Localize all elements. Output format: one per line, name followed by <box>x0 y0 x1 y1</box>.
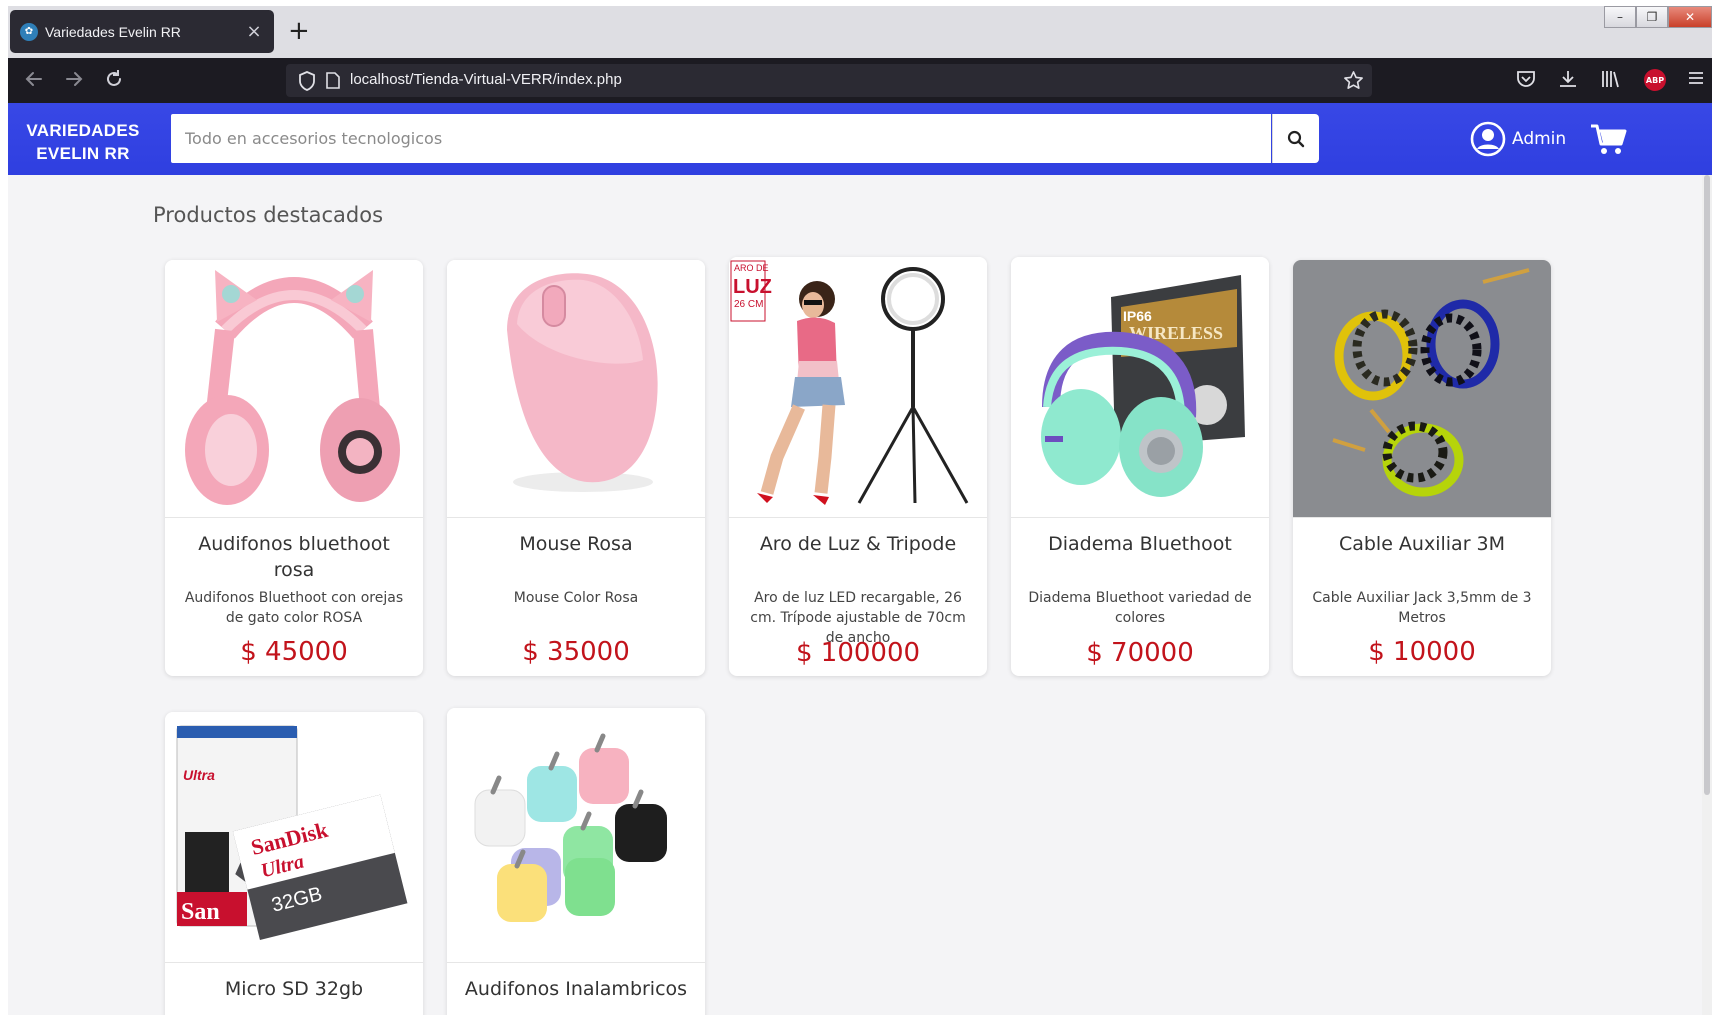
product-description: Mouse Color Rosa <box>513 590 639 606</box>
address-bar[interactable]: localhost/Tienda-Virtual-VERR/index.php <box>286 64 1372 97</box>
product-name: Audifonos Inalambricos <box>464 978 688 1000</box>
tab-close-icon[interactable]: × <box>244 21 264 42</box>
page-icon <box>326 72 340 93</box>
window-controls: – ❐ ✕ <box>1604 6 1712 30</box>
pocket-icon[interactable] <box>1514 68 1538 92</box>
product-name: Mouse Rosa <box>519 533 633 555</box>
product-image: ARO DE LUZ 26 CM <box>729 257 987 518</box>
library-icon[interactable] <box>1598 68 1622 92</box>
ring-light-badge-text-3: 26 CM <box>734 299 763 310</box>
admin-label: Admin <box>1512 129 1567 149</box>
reload-icon[interactable] <box>102 68 126 92</box>
adblock-plus-icon[interactable]: ABP <box>1644 69 1666 91</box>
shield-icon[interactable] <box>298 71 316 95</box>
search-icon <box>1287 130 1305 147</box>
page-title: Productos destacados <box>153 203 384 227</box>
product-image <box>165 260 423 518</box>
shopping-cart-button[interactable] <box>1590 123 1628 161</box>
search-input[interactable] <box>171 114 1271 163</box>
box-label-ip66: IP66 <box>1123 308 1152 324</box>
product-card[interactable]: Audifonos Inalambricos <box>447 708 705 1015</box>
sd-pack-brand: Ultra <box>183 767 215 783</box>
url-text[interactable]: localhost/Tienda-Virtual-VERR/index.php <box>350 71 622 88</box>
new-tab-button[interactable]: + <box>288 18 310 44</box>
product-card[interactable]: Mouse Rosa Mouse Color Rosa $ 35000 <box>447 260 705 676</box>
product-price: $ 70000 <box>1086 638 1194 668</box>
product-image <box>447 260 705 518</box>
product-card[interactable]: Audifonos bluethoot rosa Audifonos Bluet… <box>165 260 423 676</box>
product-name: Diadema Bluethoot <box>1048 533 1232 555</box>
product-image: IP66 WIRELESS <box>1011 257 1269 518</box>
product-name: Aro de Luz & Tripode <box>759 533 957 555</box>
browser-window: ✿ Variedades Evelin RR × + – ❐ ✕ localho… <box>8 6 1712 1015</box>
tab-title: Variedades Evelin RR <box>45 23 181 40</box>
shopping-cart-icon <box>1591 124 1627 154</box>
download-icon[interactable] <box>1556 68 1580 92</box>
hamburger-menu-icon[interactable] <box>1684 68 1708 92</box>
browser-tab[interactable]: ✿ Variedades Evelin RR × <box>10 10 274 53</box>
product-card[interactable]: Ultra San SanDisk Ultra 32GB Micro SD 32… <box>165 712 423 1015</box>
site-logo[interactable]: VARIEDADES EVELIN RR <box>18 119 148 165</box>
product-name: Cable Auxiliar 3M <box>1338 533 1506 555</box>
product-image: Ultra San SanDisk Ultra 32GB <box>165 712 423 963</box>
browser-toolbar: localhost/Tienda-Virtual-VERR/index.php … <box>8 58 1712 103</box>
product-image <box>447 708 705 963</box>
brand-line-1: VARIEDADES <box>26 121 140 140</box>
product-name: Audifonos bluethoot rosa <box>198 533 390 581</box>
minimize-icon[interactable]: – <box>1604 6 1636 28</box>
forward-arrow-icon[interactable] <box>62 68 86 92</box>
product-image <box>1293 260 1551 518</box>
ring-light-badge-text-1: ARO DE <box>734 263 769 273</box>
scrollbar-thumb[interactable] <box>1704 175 1710 795</box>
ring-light-badge-text-2: LUZ <box>733 276 772 298</box>
product-description: Audifonos Bluethoot con orejas de gato c… <box>184 590 404 626</box>
product-description: Cable Auxiliar Jack 3,5mm de 3 Metros <box>1312 590 1532 626</box>
product-price: $ 35000 <box>522 637 630 667</box>
site-header: VARIEDADES EVELIN RR Admin <box>8 103 1712 175</box>
admin-account-link[interactable]: Admin <box>1470 121 1566 157</box>
product-price: $ 45000 <box>240 637 348 667</box>
restore-icon[interactable]: ❐ <box>1636 6 1668 28</box>
search-button[interactable] <box>1272 114 1319 163</box>
product-card[interactable]: Cable Auxiliar 3M Cable Auxiliar Jack 3,… <box>1293 260 1551 676</box>
bookmark-star-icon[interactable] <box>1343 70 1364 95</box>
product-card[interactable]: IP66 WIRELESS Diadema Bluethoot Diadema … <box>1011 257 1269 676</box>
back-arrow-icon[interactable] <box>22 68 46 92</box>
product-price: $ 10000 <box>1368 637 1476 667</box>
page-scrollbar[interactable] <box>1702 175 1712 1015</box>
site-favicon-icon: ✿ <box>20 22 38 41</box>
user-circle-icon <box>1470 121 1506 157</box>
product-price: $ 100000 <box>795 638 921 668</box>
product-card[interactable]: ARO DE LUZ 26 CM Aro de Luz & Tripode Ar… <box>729 257 987 676</box>
sd-pack-brand-partial: San <box>181 899 220 925</box>
tab-bar: ✿ Variedades Evelin RR × + – ❐ ✕ <box>8 6 1712 58</box>
product-description: Diadema Bluethoot variedad de colores <box>1028 590 1252 626</box>
product-name: Micro SD 32gb <box>224 978 364 1000</box>
brand-line-2: EVELIN RR <box>36 144 130 163</box>
window-close-icon[interactable]: ✕ <box>1668 6 1712 28</box>
